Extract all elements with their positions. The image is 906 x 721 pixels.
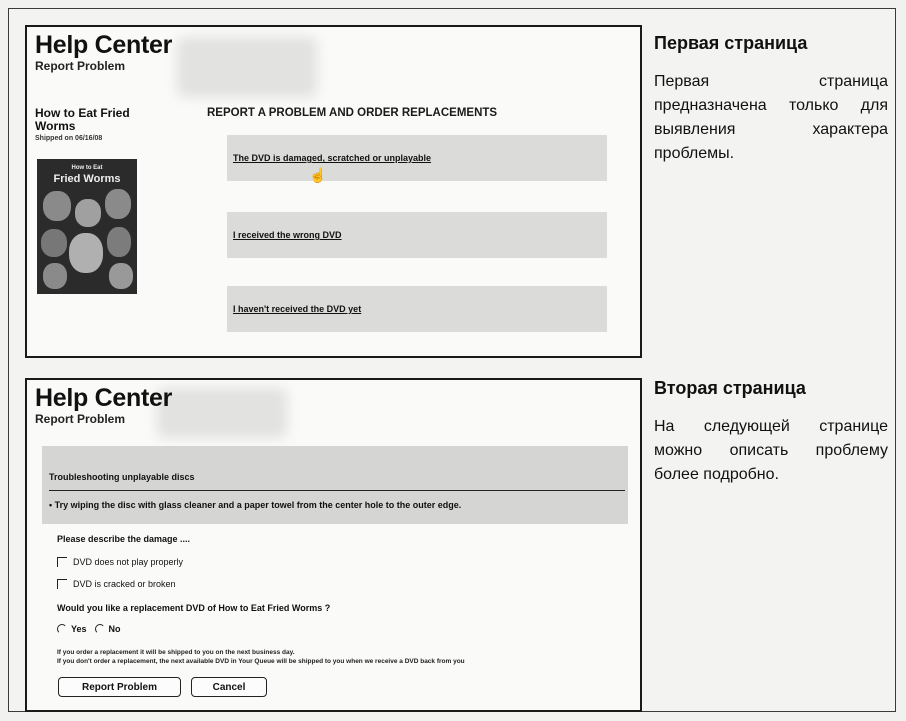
- first-page-heading: Первая страница: [654, 33, 808, 53]
- report-problem-subtitle: Report Problem: [35, 59, 126, 73]
- describe-damage-label: Please describe the damage ....: [57, 534, 191, 544]
- shipped-date: Shipped on 06/16/08: [35, 135, 103, 142]
- troubleshooting-panel: [42, 446, 628, 524]
- radio-yes-label: Yes: [71, 624, 87, 634]
- second-page-screenshot: Help Center Report Problem Troubleshooti…: [25, 378, 642, 712]
- checkbox-not-play-label: DVD does not play properly: [73, 557, 184, 567]
- report-heading: REPORT A PROBLEM AND ORDER REPLACEMENTS: [207, 107, 498, 119]
- help-center-title: Help Center: [35, 31, 173, 59]
- radio-no-label: No: [108, 624, 121, 634]
- checkbox-row-cracked[interactable]: DVD is cracked or broken: [57, 579, 176, 589]
- replacement-question: Would you like a replacement DVD of How …: [57, 603, 331, 613]
- option-wrong-dvd-box: I received the wrong DVD: [227, 212, 607, 258]
- divider: [49, 490, 625, 491]
- option-damaged-link[interactable]: The DVD is damaged, scratched or unplaya…: [233, 153, 431, 163]
- replacement-note-2: If you don't order a replacement, the ne…: [57, 658, 465, 665]
- option-damaged-box: The DVD is damaged, scratched or unplaya…: [227, 135, 607, 181]
- hand-cursor-icon: ☝: [309, 167, 327, 183]
- second-page-description: На следующей странице можно описать проб…: [654, 418, 888, 483]
- movie-title: How to Eat Fried Worms: [35, 106, 130, 133]
- option-wrong-dvd-link[interactable]: I received the wrong DVD: [233, 230, 342, 240]
- checkbox-row-not-play[interactable]: DVD does not play properly: [57, 557, 183, 567]
- checkbox-not-play[interactable]: [57, 557, 67, 567]
- help-center-title: Help Center: [35, 384, 173, 412]
- replacement-radio-group: Yes No: [57, 624, 121, 634]
- radio-no[interactable]: [94, 624, 105, 634]
- report-problem-button[interactable]: Report Problem: [58, 677, 181, 697]
- option-not-received-box: I haven't received the DVD yet: [227, 286, 607, 332]
- troubleshooting-tip: • Try wiping the disc with glass cleaner…: [49, 500, 462, 510]
- report-problem-subtitle: Report Problem: [35, 412, 126, 426]
- replacement-note-1: If you order a replacement it will be sh…: [57, 649, 295, 656]
- option-not-received-link[interactable]: I haven't received the DVD yet: [233, 304, 361, 314]
- second-page-heading: Вторая страница: [654, 378, 806, 398]
- radio-yes[interactable]: [57, 624, 67, 634]
- checkbox-cracked[interactable]: [57, 579, 67, 589]
- movie-poster: How to Eat Fried Worms: [37, 159, 137, 294]
- troubleshooting-title: Troubleshooting unplayable discs: [49, 472, 195, 482]
- first-page-screenshot: Help Center Report Problem How to Eat Fr…: [25, 25, 642, 358]
- checkbox-cracked-label: DVD is cracked or broken: [73, 579, 176, 589]
- first-page-description: Первая страница предназначена только для…: [654, 73, 888, 162]
- cancel-button[interactable]: Cancel: [191, 677, 267, 697]
- poster-title: How to Eat Fried Worms: [53, 165, 121, 185]
